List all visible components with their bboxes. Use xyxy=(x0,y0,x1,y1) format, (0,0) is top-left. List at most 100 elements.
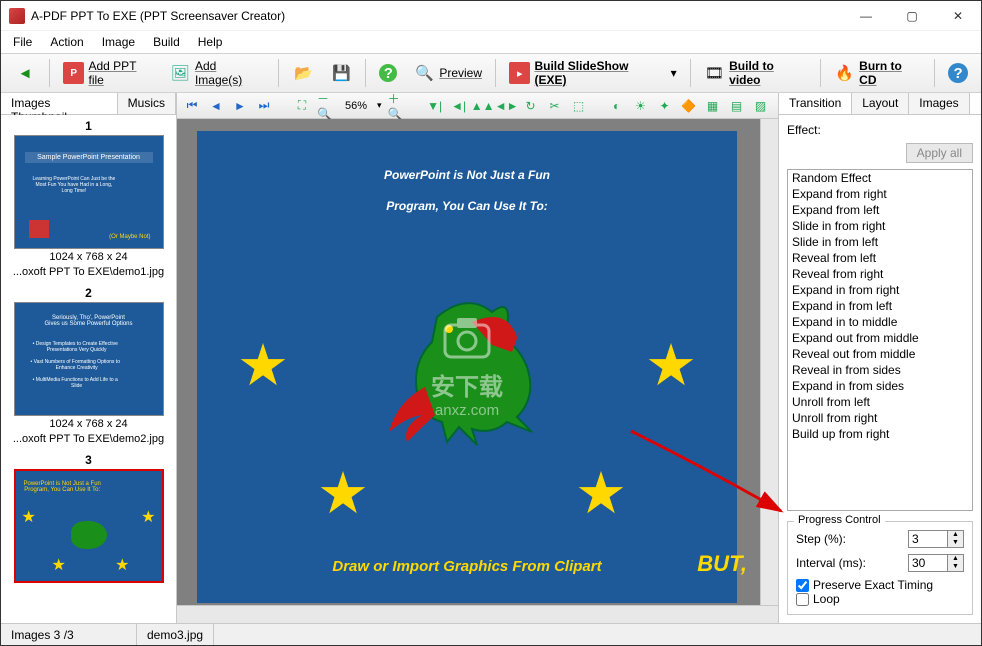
effect-option[interactable]: Reveal from left xyxy=(788,250,972,266)
effect-option[interactable]: Expand in from left xyxy=(788,298,972,314)
menu-help[interactable]: Help xyxy=(190,33,231,51)
effect-option[interactable]: Unroll from right xyxy=(788,410,972,426)
tab-transition[interactable]: Transition xyxy=(779,93,852,114)
contrast-icon[interactable]: ◐ xyxy=(608,97,626,115)
star-icon: ★ xyxy=(645,331,697,399)
add-ppt-label: Add PPT file xyxy=(88,59,153,87)
effect-option[interactable]: Slide in from right xyxy=(788,218,972,234)
statusbar: Images 3 /3 demo3.jpg xyxy=(1,623,981,645)
effect-option[interactable]: Expand in to middle xyxy=(788,314,972,330)
status-filename: demo3.jpg xyxy=(137,624,214,645)
mirror-h-icon[interactable]: ▲▲ xyxy=(474,97,492,115)
fit-icon[interactable]: ⛶ xyxy=(293,97,311,115)
preview-button[interactable]: 🔍Preview xyxy=(406,58,489,88)
effect-option[interactable]: Unroll from left xyxy=(788,394,972,410)
back-button[interactable]: ◄ xyxy=(7,58,43,88)
gray-icon[interactable]: ▦ xyxy=(704,97,722,115)
menu-image[interactable]: Image xyxy=(94,33,143,51)
effect-option[interactable]: Reveal in from sides xyxy=(788,362,972,378)
status-image-count: Images 3 /3 xyxy=(1,624,137,645)
effects-listbox[interactable]: Random Effect Expand from right Expand f… xyxy=(787,169,973,511)
tab-images-thumbnail[interactable]: Images Thumbnail xyxy=(1,93,118,114)
canvas-vscroll[interactable] xyxy=(760,119,778,605)
close-button[interactable]: ✕ xyxy=(935,1,981,31)
build-video-button[interactable]: 🎞Build to video xyxy=(697,58,814,88)
menu-build[interactable]: Build xyxy=(145,33,188,51)
add-images-button[interactable]: 🖼Add Image(s) xyxy=(162,58,272,88)
step-spinner[interactable]: ▲▼ xyxy=(948,530,964,548)
burn-cd-label: Burn to CD xyxy=(859,59,921,87)
folder-open-icon: 📂 xyxy=(292,62,314,84)
mirror-v-icon[interactable]: ◄► xyxy=(498,97,516,115)
effect-option[interactable]: Expand from left xyxy=(788,202,972,218)
color-icon[interactable]: 🔶 xyxy=(680,97,698,115)
effect-option[interactable]: Expand in from right xyxy=(788,282,972,298)
slide-caption: Draw or Import Graphics From Clipart xyxy=(197,558,737,575)
step-label: Step (%): xyxy=(796,532,902,546)
back-icon: ◄ xyxy=(14,62,36,84)
select-icon[interactable]: ⬚ xyxy=(570,97,588,115)
burn-cd-button[interactable]: 🔥Burn to CD xyxy=(827,58,928,88)
images-icon: 🖼 xyxy=(169,62,191,84)
add-ppt-button[interactable]: PAdd PPT file xyxy=(56,58,160,88)
tab-images[interactable]: Images xyxy=(909,93,969,114)
canvas-toolbar: ⏮ ◄ ► ⏭ ⛶ －🔍 56% ▾ ＋🔍 ▼| ◄| ▲▲ ◄► ↻ ✂ ⬚ … xyxy=(177,93,778,119)
slide-title: PowerPoint is Not Just a FunProgram, You… xyxy=(197,131,737,225)
brightness-icon[interactable]: ☀ xyxy=(632,97,650,115)
titlebar: A-PDF PPT To EXE (PPT Screensaver Creato… xyxy=(1,1,981,31)
adjust-icon[interactable]: ▨ xyxy=(752,97,770,115)
tab-musics[interactable]: Musics xyxy=(118,93,176,114)
preserve-timing-checkbox[interactable] xyxy=(796,579,809,592)
effect-option[interactable]: Random Effect xyxy=(788,170,972,186)
zoom-value[interactable]: 56% xyxy=(341,100,371,112)
flip-v-icon[interactable]: ▼| xyxy=(426,97,444,115)
info-icon: ? xyxy=(948,63,968,83)
channel-icon[interactable]: ▤ xyxy=(728,97,746,115)
about-button[interactable]: ? xyxy=(941,58,975,88)
menu-action[interactable]: Action xyxy=(42,33,91,51)
star-icon: ★ xyxy=(575,459,627,527)
slideshow-icon: ▸ xyxy=(509,62,530,84)
nav-last-icon[interactable]: ⏭ xyxy=(255,97,273,115)
help-round-button[interactable]: ? xyxy=(372,58,404,88)
film-icon: 🎞 xyxy=(704,62,726,84)
progress-control-group: Progress Control Step (%): ▲▼ Interval (… xyxy=(787,521,973,615)
crop-icon[interactable]: ✂ xyxy=(546,97,564,115)
sparkle-icon[interactable]: ✦ xyxy=(656,97,674,115)
loop-checkbox[interactable] xyxy=(796,593,809,606)
effect-option[interactable]: Expand from right xyxy=(788,186,972,202)
interval-spinner[interactable]: ▲▼ xyxy=(948,554,964,572)
apply-all-button[interactable]: Apply all xyxy=(906,143,973,163)
canvas-area: ⏮ ◄ ► ⏭ ⛶ －🔍 56% ▾ ＋🔍 ▼| ◄| ▲▲ ◄► ↻ ✂ ⬚ … xyxy=(177,93,779,623)
thumbnail-list[interactable]: 1 Sample PowerPoint Presentation Learnin… xyxy=(1,115,176,623)
zoom-in-icon[interactable]: ＋🔍 xyxy=(388,97,406,115)
interval-input[interactable] xyxy=(908,554,948,572)
effect-option[interactable]: Expand out from middle xyxy=(788,330,972,346)
zoom-out-icon[interactable]: －🔍 xyxy=(317,97,335,115)
effect-option[interactable]: Reveal from right xyxy=(788,266,972,282)
build-exe-button[interactable]: ▸Build SlideShow (EXE)▾ xyxy=(502,58,684,88)
canvas-hscroll[interactable] xyxy=(177,605,778,623)
tab-layout[interactable]: Layout xyxy=(852,93,909,114)
rotate-icon[interactable]: ↻ xyxy=(522,97,540,115)
open-button[interactable]: 📂 xyxy=(285,58,321,88)
thumbnail-1[interactable]: 1 Sample PowerPoint Presentation Learnin… xyxy=(3,117,174,278)
effect-option[interactable]: Build up from right xyxy=(788,426,972,442)
menu-file[interactable]: File xyxy=(5,33,40,51)
flip-h-icon[interactable]: ◄| xyxy=(450,97,468,115)
nav-first-icon[interactable]: ⏮ xyxy=(183,97,201,115)
save-button[interactable]: 💾 xyxy=(323,58,359,88)
save-icon: 💾 xyxy=(330,62,352,84)
thumbnail-3[interactable]: 3 PowerPoint is Not Just a FunProgram, Y… xyxy=(3,451,174,583)
thumbnail-2[interactable]: 2 Seriously, Tho', PowerPointGives us So… xyxy=(3,284,174,445)
nav-next-icon[interactable]: ► xyxy=(231,97,249,115)
step-input[interactable] xyxy=(908,530,948,548)
zoom-dropdown-icon[interactable]: ▾ xyxy=(377,100,382,111)
effect-option[interactable]: Expand in from sides xyxy=(788,378,972,394)
effect-option[interactable]: Slide in from left xyxy=(788,234,972,250)
maximize-button[interactable]: ▢ xyxy=(889,1,935,31)
nav-prev-icon[interactable]: ◄ xyxy=(207,97,225,115)
effect-option[interactable]: Reveal out from middle xyxy=(788,346,972,362)
minimize-button[interactable]: — xyxy=(843,1,889,31)
window-title: A-PDF PPT To EXE (PPT Screensaver Creato… xyxy=(31,9,843,23)
